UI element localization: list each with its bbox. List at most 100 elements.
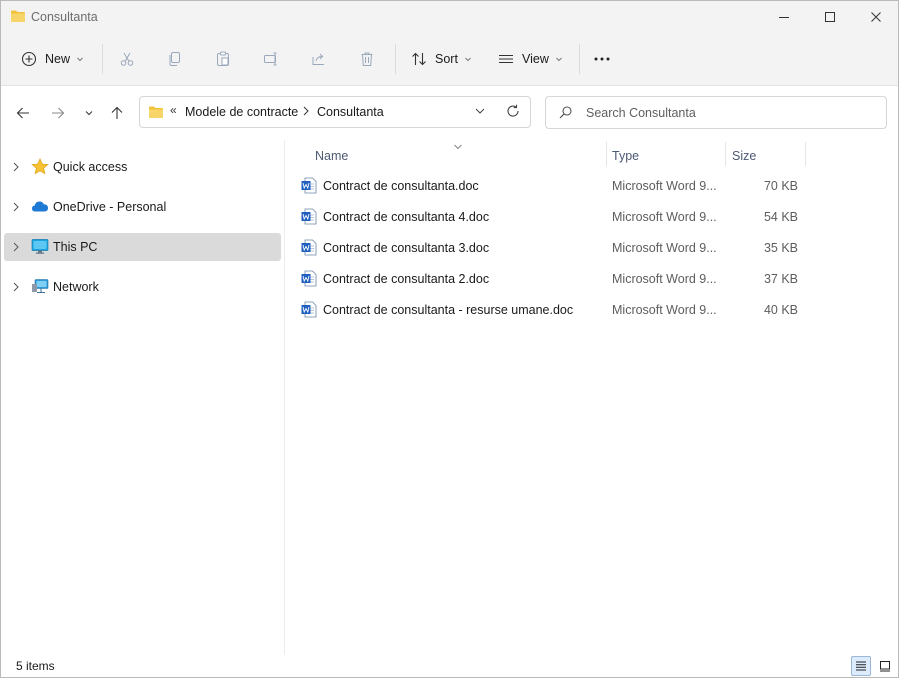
- refresh-icon: [507, 104, 519, 117]
- file-type: Microsoft Word 9...: [612, 241, 717, 255]
- file-row[interactable]: Contract de consultanta - resurse umane.…: [297, 296, 805, 324]
- add-icon: [21, 51, 37, 67]
- status-bar: 5 items: [1, 655, 898, 677]
- rename-button[interactable]: [263, 44, 279, 74]
- chevron-right-icon[interactable]: [302, 105, 310, 120]
- address-history-dropdown[interactable]: [474, 105, 486, 120]
- view-button[interactable]: View: [498, 44, 563, 74]
- nav-item-onedrive[interactable]: OneDrive - Personal: [4, 193, 281, 221]
- word-document-icon: [301, 208, 317, 228]
- new-button[interactable]: New: [21, 44, 84, 74]
- star-icon: [31, 158, 49, 178]
- window-title: Consultanta: [31, 10, 98, 24]
- view-label: View: [522, 52, 549, 66]
- toolbar-divider: [579, 44, 580, 74]
- nav-item-network[interactable]: Network: [4, 273, 281, 301]
- column-header-size[interactable]: Size: [726, 142, 805, 168]
- details-view-icon: [856, 661, 866, 671]
- minimize-icon: [779, 17, 789, 18]
- share-button[interactable]: [311, 44, 327, 74]
- file-row[interactable]: Contract de consultanta 3.doc Microsoft …: [297, 234, 805, 262]
- path-overflow-button[interactable]: «: [170, 103, 177, 117]
- nav-item-label: OneDrive - Personal: [53, 200, 167, 214]
- search-icon: [559, 106, 572, 122]
- toolbar-divider: [395, 44, 396, 74]
- chevron-down-icon: [556, 57, 562, 62]
- nav-item-label: This PC: [53, 240, 98, 254]
- column-header-type[interactable]: Type: [607, 142, 725, 168]
- forward-button[interactable]: [47, 102, 69, 124]
- file-name: Contract de consultanta 2.doc: [323, 272, 490, 286]
- file-type: Microsoft Word 9...: [612, 179, 717, 193]
- chevron-right-icon[interactable]: [11, 161, 21, 176]
- word-document-icon: [301, 301, 317, 321]
- explorer-window: Consultanta New Sort View « Modele de co…: [0, 0, 899, 678]
- refresh-button[interactable]: [506, 104, 520, 121]
- word-document-icon: [301, 177, 317, 197]
- up-button[interactable]: [106, 102, 128, 124]
- nav-item-this-pc[interactable]: This PC: [4, 233, 281, 261]
- cut-button[interactable]: [119, 44, 135, 74]
- column-header-name[interactable]: Name: [307, 142, 605, 168]
- word-document-icon: [301, 239, 317, 259]
- file-size: 70 KB: [763, 179, 798, 193]
- column-resize-handle[interactable]: [805, 142, 806, 166]
- new-label: New: [45, 52, 71, 66]
- more-options-button[interactable]: [593, 44, 611, 74]
- file-row[interactable]: Contract de consultanta 4.doc Microsoft …: [297, 203, 805, 231]
- delete-button[interactable]: [359, 44, 375, 74]
- details-view-button[interactable]: [851, 656, 871, 676]
- item-count: 5 items: [16, 659, 55, 673]
- address-bar[interactable]: « Modele de contracte Consultanta: [139, 96, 531, 128]
- back-button[interactable]: [12, 102, 34, 124]
- file-size: 37 KB: [763, 272, 798, 286]
- nav-item-quick-access[interactable]: Quick access: [4, 153, 281, 181]
- sort-icon: [412, 52, 426, 66]
- title-bar[interactable]: Consultanta: [1, 1, 898, 33]
- cloud-icon: [31, 198, 49, 218]
- sort-button[interactable]: Sort: [411, 44, 472, 74]
- column-header-label: Type: [612, 149, 640, 163]
- share-icon: [312, 53, 324, 65]
- file-type: Microsoft Word 9...: [612, 210, 717, 224]
- maximize-button[interactable]: [807, 1, 853, 33]
- file-name: Contract de consultanta 3.doc: [323, 241, 490, 255]
- file-type: Microsoft Word 9...: [612, 303, 717, 317]
- file-row[interactable]: Contract de consultanta.doc Microsoft Wo…: [297, 172, 805, 200]
- column-header-label: Size: [732, 149, 757, 163]
- copy-button[interactable]: [167, 44, 183, 74]
- delete-icon: [361, 52, 373, 66]
- view-icon: [499, 54, 513, 64]
- chevron-down-icon: [465, 57, 471, 62]
- copy-icon: [169, 52, 180, 66]
- breadcrumb-consultanta[interactable]: Consultanta: [317, 105, 384, 119]
- minimize-button[interactable]: [761, 1, 807, 33]
- large-icons-view-button[interactable]: [875, 656, 895, 676]
- chevron-right-icon[interactable]: [11, 201, 21, 216]
- folder-icon: [148, 105, 164, 122]
- breadcrumb-modele-de-contracte[interactable]: Modele de contracte: [185, 105, 298, 119]
- chevron-right-icon[interactable]: [11, 241, 21, 256]
- search-input[interactable]: Search Consultanta: [586, 106, 696, 120]
- cut-icon: [120, 52, 134, 66]
- paste-button[interactable]: [215, 44, 231, 74]
- chevron-right-icon[interactable]: [11, 281, 21, 296]
- column-header-label: Name: [315, 149, 349, 163]
- close-icon: [871, 12, 881, 22]
- network-icon: [31, 278, 49, 298]
- navigation-pane: Quick access OneDrive - Personal This PC…: [1, 140, 285, 655]
- close-button[interactable]: [853, 1, 898, 33]
- file-size: 54 KB: [763, 210, 798, 224]
- address-row: « Modele de contracte Consultanta Search…: [1, 86, 898, 140]
- file-row[interactable]: Contract de consultanta 2.doc Microsoft …: [297, 265, 805, 293]
- more-icon: [594, 57, 610, 61]
- file-list-pane: Name Type Size Contract de consultanta.d…: [285, 140, 898, 655]
- arrow-right-icon: [52, 107, 65, 119]
- folder-icon: [10, 9, 26, 23]
- recent-locations-button[interactable]: [78, 102, 100, 124]
- nav-item-label: Quick access: [53, 160, 128, 174]
- file-type: Microsoft Word 9...: [612, 272, 717, 286]
- file-size: 35 KB: [763, 241, 798, 255]
- search-box[interactable]: Search Consultanta: [545, 96, 887, 129]
- toolbar-divider: [102, 44, 103, 74]
